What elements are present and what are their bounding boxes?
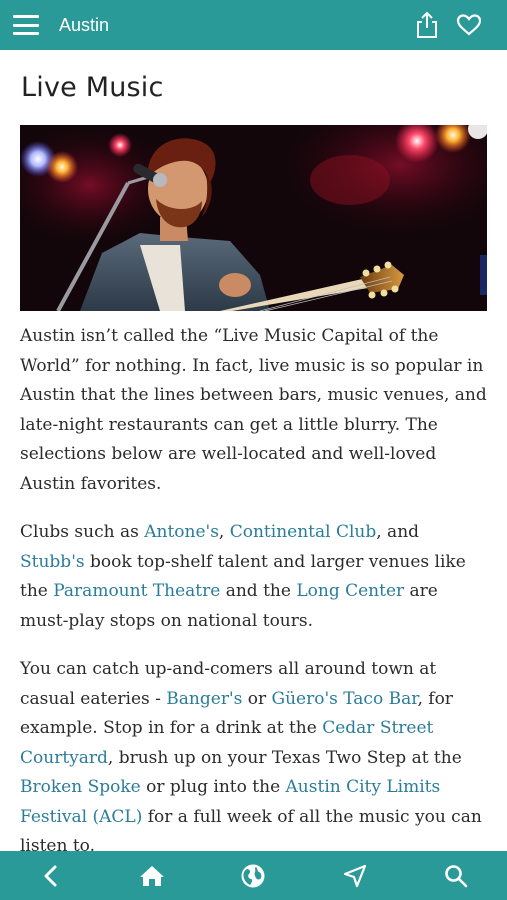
app-title: Austin: [59, 14, 110, 35]
clubs-paragraph: Clubs such as Antone's, Continental Club…: [20, 518, 488, 636]
share-icon[interactable]: [413, 11, 441, 39]
navigate-icon[interactable]: [335, 856, 375, 896]
text-span: and the: [220, 581, 297, 601]
hamburger-menu-icon[interactable]: [13, 15, 39, 35]
hero-image: [20, 125, 487, 311]
link-bangers[interactable]: Banger's: [166, 689, 242, 709]
link-gueros-taco-bar[interactable]: Güero's Taco Bar: [272, 689, 418, 709]
article: Live Music Austin isn’t called the “Live…: [20, 50, 488, 862]
globe-icon[interactable]: [233, 856, 273, 896]
back-icon[interactable]: [31, 856, 71, 896]
heart-icon[interactable]: [455, 11, 483, 39]
text-span: , brush up on your Texas Two Step at the: [107, 747, 462, 768]
search-icon[interactable]: [436, 856, 476, 896]
bottom-nav-bar: [0, 851, 507, 900]
text-span: ,: [218, 522, 230, 542]
intro-paragraph: Austin isn’t called the “Live Music Capi…: [20, 326, 487, 494]
link-stubbs[interactable]: Stubb's: [20, 552, 85, 572]
link-paramount-theatre[interactable]: Paramount Theatre: [53, 581, 220, 601]
link-continental-club[interactable]: Continental Club: [230, 522, 377, 542]
page-title: Live Music: [21, 72, 164, 103]
text-span: or plug into the: [140, 777, 286, 797]
text-span: Clubs such as: [20, 522, 145, 542]
text-span: , and: [376, 522, 420, 542]
eateries-paragraph: You can catch up-and-comers all around t…: [20, 655, 488, 862]
home-icon[interactable]: [132, 856, 172, 896]
link-antones[interactable]: Antone's: [144, 522, 219, 542]
text-span: or: [242, 688, 272, 709]
top-app-bar: Austin: [0, 0, 507, 50]
link-long-center[interactable]: Long Center: [296, 581, 404, 601]
link-broken-spoke[interactable]: Broken Spoke: [20, 777, 141, 797]
